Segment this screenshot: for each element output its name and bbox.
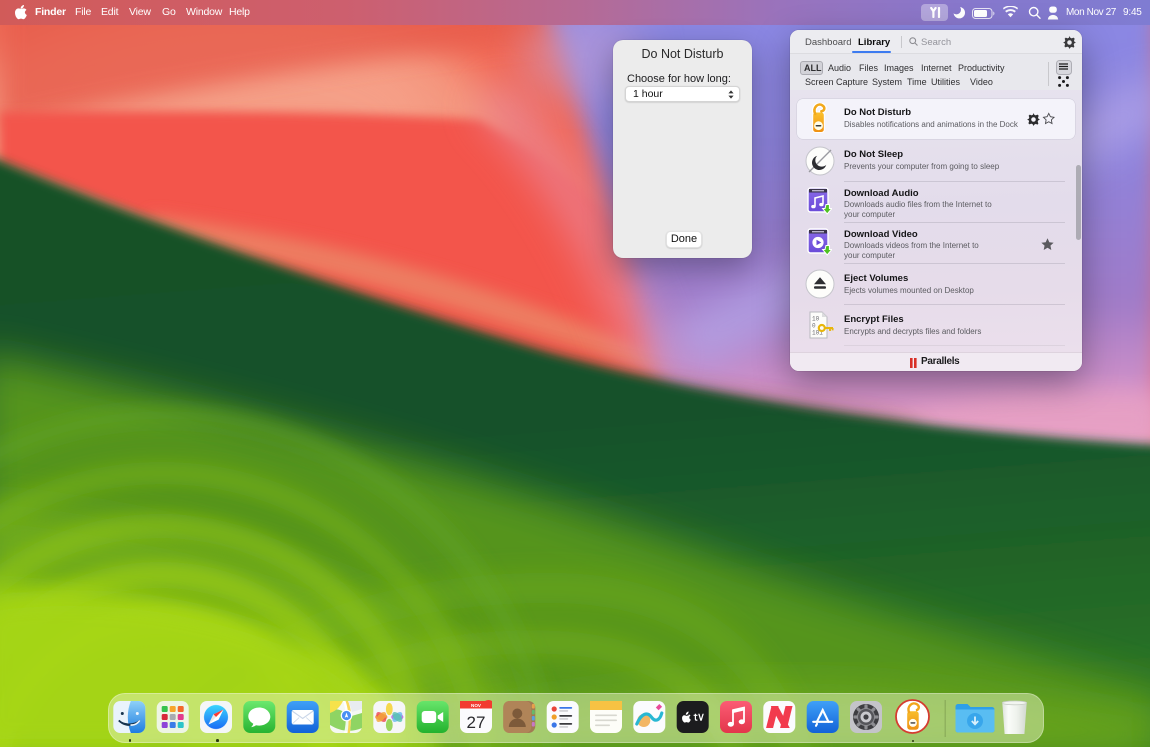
svg-text:10: 10 <box>812 316 820 323</box>
svg-text:NOV: NOV <box>471 703 482 708</box>
svg-text:0: 0 <box>812 323 816 330</box>
svg-text:27: 27 <box>467 713 486 732</box>
